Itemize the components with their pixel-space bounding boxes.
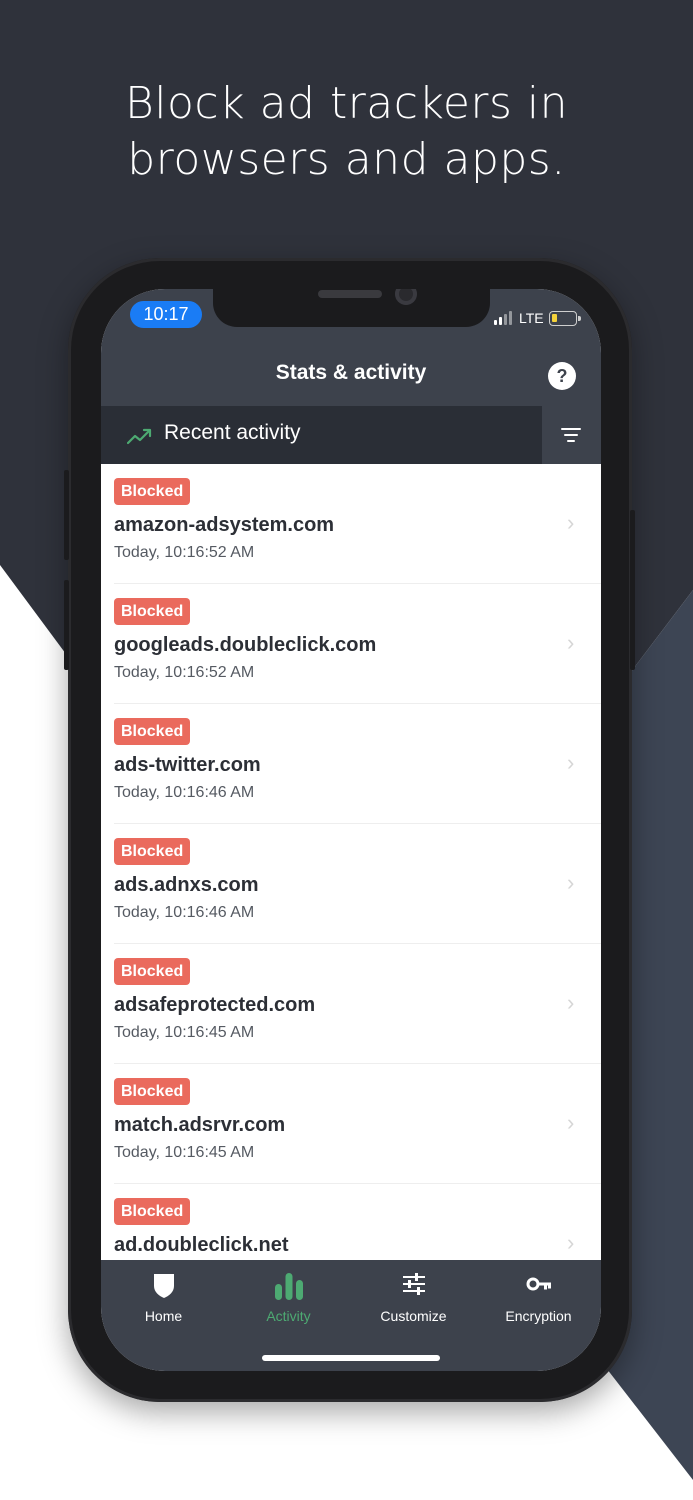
status-badge: Blocked xyxy=(114,718,191,745)
tab-home[interactable]: Home xyxy=(101,1260,226,1335)
domain-label: ads.adnxs.com xyxy=(114,874,259,896)
section-title: Recent activity xyxy=(164,421,301,444)
page-title: Stats & activity xyxy=(275,361,427,384)
timestamp: Today, 10:16:45 AM xyxy=(114,1024,255,1041)
chevron-right-icon: › xyxy=(567,750,575,775)
phone-notch xyxy=(213,289,490,327)
sliders-icon xyxy=(402,1273,425,1295)
chevron-right-icon: › xyxy=(567,630,575,655)
phone-volume-button xyxy=(64,470,69,560)
help-icon[interactable]: ? xyxy=(548,362,576,390)
recent-activity-header: Recent activity xyxy=(101,406,601,464)
headline-line-1: Block ad trackers in xyxy=(124,78,569,129)
headline: Block ad trackers in browsers and apps. xyxy=(0,76,693,188)
timestamp: Today, 10:16:52 AM xyxy=(114,664,255,681)
tab-bar: Home Activity Customize Encryption xyxy=(101,1260,601,1371)
list-item[interactable]: Blocked amazon-adsystem.com Today, 10:16… xyxy=(101,464,601,584)
nav-bar: Stats & activity xyxy=(101,339,601,406)
shield-icon xyxy=(153,1274,174,1298)
timestamp: Today, 10:16:46 AM xyxy=(114,904,255,921)
timestamp: Today, 10:16:46 AM xyxy=(114,784,255,801)
headline-line-2: browsers and apps. xyxy=(127,134,566,185)
phone-side-button xyxy=(630,510,635,670)
home-indicator xyxy=(262,1355,440,1361)
network-type: LTE xyxy=(519,310,544,326)
trend-line-icon xyxy=(127,428,152,445)
speaker-grille xyxy=(318,290,382,298)
status-badge: Blocked xyxy=(114,958,191,985)
status-badge: Blocked xyxy=(114,838,191,865)
tab-label: Encryption xyxy=(505,1308,572,1324)
domain-label: ad.doubleclick.net xyxy=(114,1234,289,1256)
list-item[interactable]: Blocked ads-twitter.com Today, 10:16:46 … xyxy=(101,704,601,824)
status-badge: Blocked xyxy=(114,1198,191,1225)
status-time: 10:17 xyxy=(130,301,202,328)
tab-label: Activity xyxy=(266,1308,311,1324)
phone-volume-button xyxy=(64,580,69,670)
tab-label: Home xyxy=(144,1308,183,1324)
tab-customize[interactable]: Customize xyxy=(351,1260,476,1335)
battery-icon xyxy=(549,311,581,326)
list-item[interactable]: Blocked match.adsrvr.com Today, 10:16:45… xyxy=(101,1064,601,1184)
chevron-right-icon: › xyxy=(567,1230,575,1255)
chevron-right-icon: › xyxy=(567,510,575,535)
domain-label: match.adsrvr.com xyxy=(114,1114,286,1136)
timestamp: Today, 10:16:45 AM xyxy=(114,1144,255,1161)
list-item[interactable]: Blocked ads.adnxs.com Today, 10:16:46 AM… xyxy=(101,824,601,944)
tab-label: Customize xyxy=(380,1308,447,1324)
chevron-right-icon: › xyxy=(567,1110,575,1135)
list-item[interactable]: Blocked adsafeprotected.com Today, 10:16… xyxy=(101,944,601,1064)
list-item[interactable]: Blocked ad.doubleclick.net › xyxy=(101,1184,601,1260)
status-badge: Blocked xyxy=(114,1078,191,1105)
key-icon xyxy=(526,1277,551,1291)
domain-label: googleads.doubleclick.com xyxy=(114,634,377,656)
signal-icon xyxy=(494,311,514,325)
domain-label: ads-twitter.com xyxy=(114,754,261,776)
front-camera xyxy=(395,289,417,305)
activity-list: Blocked amazon-adsystem.com Today, 10:16… xyxy=(101,464,601,1260)
chevron-right-icon: › xyxy=(567,990,575,1015)
status-badge: Blocked xyxy=(114,598,191,625)
domain-label: adsafeprotected.com xyxy=(114,994,316,1016)
tab-activity[interactable]: Activity xyxy=(226,1260,351,1335)
bar-chart-icon xyxy=(274,1273,303,1300)
list-item[interactable]: Blocked googleads.doubleclick.com Today,… xyxy=(101,584,601,704)
phone-screen: 10:17 LTE Stats & activity ? Recent acti… xyxy=(101,289,601,1371)
tab-encryption[interactable]: Encryption xyxy=(476,1260,601,1335)
status-badge: Blocked xyxy=(114,478,191,505)
timestamp: Today, 10:16:52 AM xyxy=(114,544,255,561)
filter-button[interactable] xyxy=(542,406,601,464)
domain-label: amazon-adsystem.com xyxy=(114,514,335,536)
chevron-right-icon: › xyxy=(567,870,575,895)
